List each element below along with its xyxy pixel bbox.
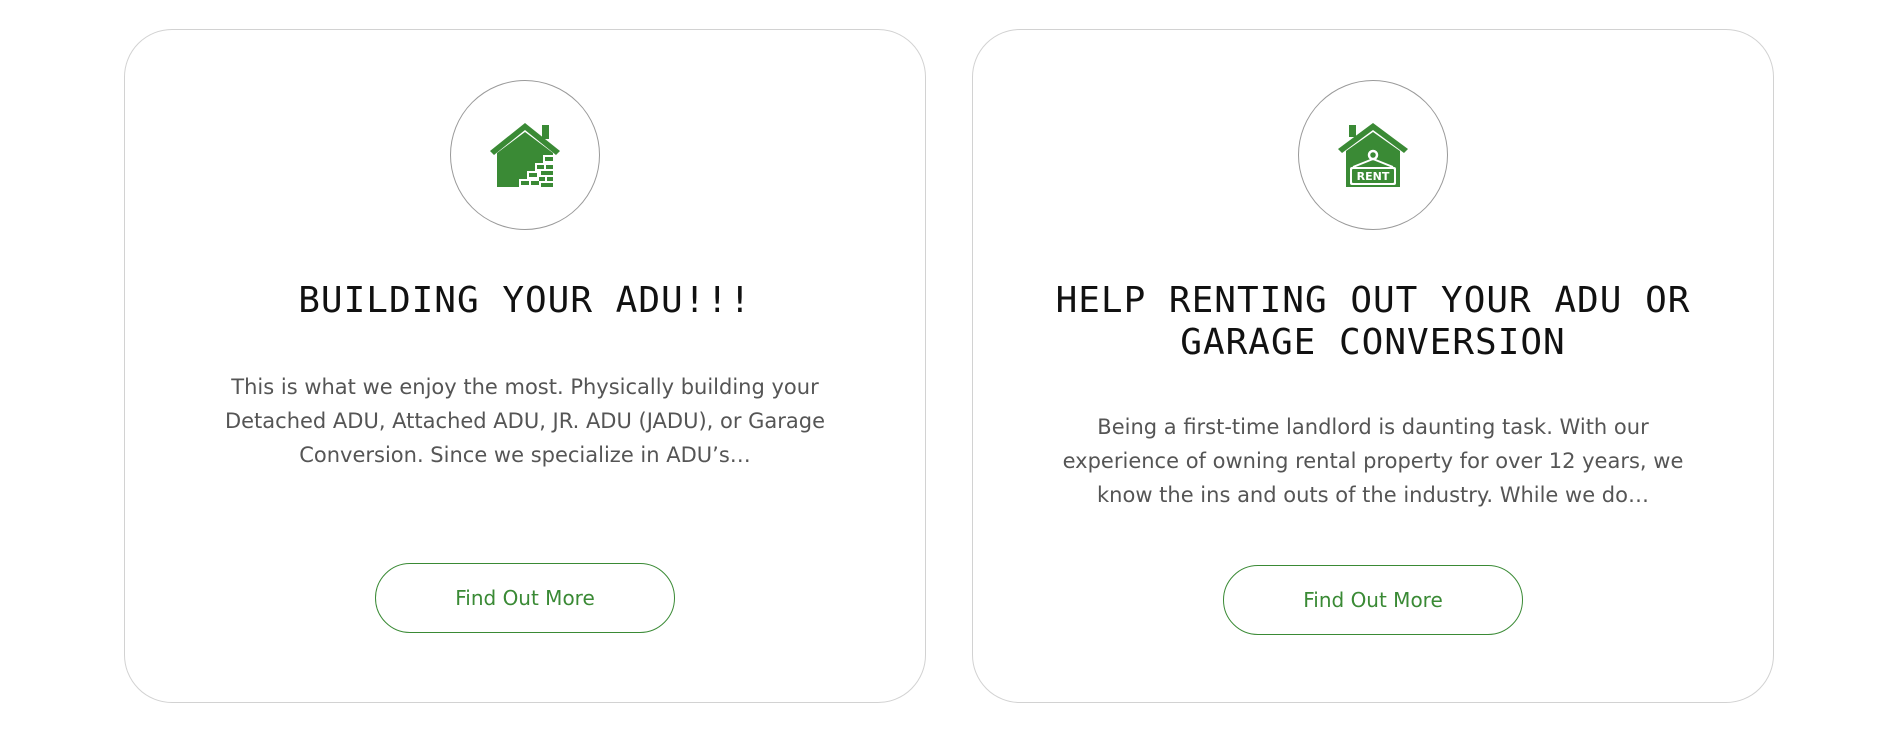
icon-circle: RENT bbox=[1298, 80, 1448, 230]
find-out-more-button[interactable]: Find Out More bbox=[1223, 565, 1523, 635]
rent-sign-text: RENT bbox=[1357, 170, 1390, 183]
icon-circle bbox=[450, 80, 600, 230]
card-description: This is what we enjoy the most. Physical… bbox=[224, 375, 826, 467]
house-rent-sign-icon: RENT bbox=[1338, 123, 1408, 187]
service-card-renting-adu: RENT HELP RENTING OUT YOUR ADU OR GARAGE… bbox=[972, 29, 1774, 703]
find-out-more-button[interactable]: Find Out More bbox=[375, 563, 675, 633]
house-bricks-icon bbox=[490, 123, 560, 187]
card-description: Being a first-time landlord is daunting … bbox=[1062, 415, 1684, 507]
service-card-building-adu: BUILDING YOUR ADU!!! This is what we enj… bbox=[124, 29, 926, 703]
card-title: HELP RENTING OUT YOUR ADU OR GARAGE CONV… bbox=[1055, 280, 1691, 363]
card-title: BUILDING YOUR ADU!!! bbox=[298, 280, 752, 321]
